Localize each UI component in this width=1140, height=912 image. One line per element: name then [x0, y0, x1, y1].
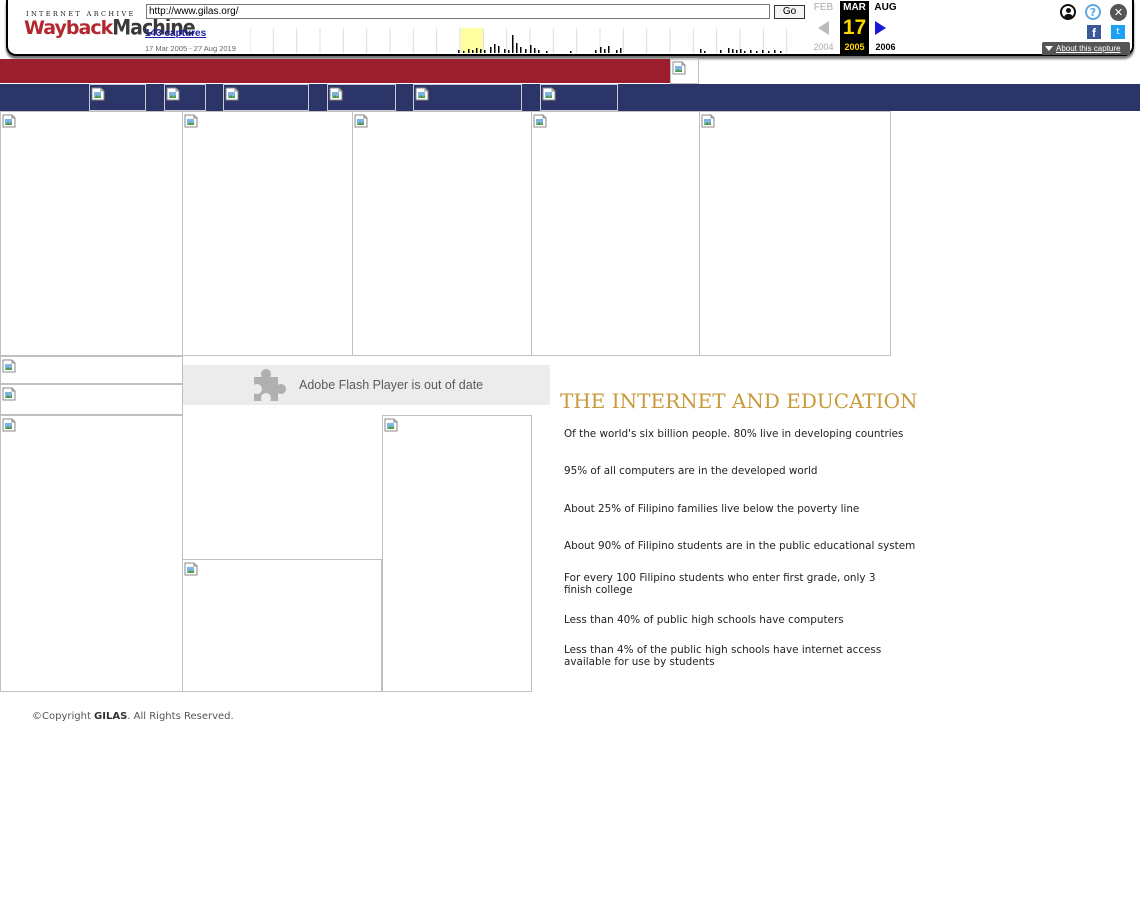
prev-year-label[interactable]: 2004: [809, 40, 838, 54]
help-icon[interactable]: ?: [1085, 4, 1101, 20]
about-capture-button[interactable]: About this capture: [1042, 42, 1130, 55]
copyright-text: ©Copyright GILAS. All Rights Reserved.: [32, 711, 234, 722]
header-broken-image: [670, 58, 699, 84]
banner-image-4: [531, 111, 700, 356]
broken-image-icon: [542, 86, 556, 101]
fact-item: Of the world's six billion people. 80% l…: [564, 428, 904, 440]
copyright-suffix: . All Rights Reserved.: [127, 711, 234, 722]
side-image-large: [0, 415, 183, 692]
fact-item: About 25% of Filipino families live belo…: [564, 503, 860, 515]
plugin-puzzle-icon: [254, 369, 286, 401]
content-image-right: [382, 415, 532, 692]
nav-button-4[interactable]: [327, 84, 396, 111]
facebook-icon[interactable]: f: [1087, 25, 1101, 40]
next-year-label[interactable]: 2006: [871, 40, 900, 54]
capture-range: 17 Mar 2005 - 27 Aug 2019: [145, 44, 236, 53]
broken-image-icon: [354, 113, 368, 128]
section-title: THE INTERNET AND EDUCATION: [560, 389, 918, 413]
broken-image-icon: [184, 113, 198, 128]
fact-item: Less than 4% of the public high schools …: [564, 644, 882, 668]
captures-link[interactable]: 143 captures: [145, 28, 206, 39]
broken-image-icon: [329, 86, 343, 101]
go-button[interactable]: Go: [774, 5, 805, 19]
current-year-label: 2005: [840, 41, 869, 54]
fact-item: About 90% of Filipino students are in th…: [564, 540, 916, 552]
banner-image-5: [699, 111, 891, 356]
nav-button-2[interactable]: [164, 84, 206, 111]
broken-image-icon: [384, 417, 398, 432]
banner-image-3: [352, 111, 532, 356]
broken-image-icon: [184, 561, 198, 576]
broken-image-icon: [2, 358, 16, 373]
side-link-image-2[interactable]: [0, 384, 183, 415]
nav-button-5[interactable]: [413, 84, 522, 111]
banner-image-2: [182, 111, 353, 356]
next-arrow-icon[interactable]: [875, 21, 886, 35]
broken-image-icon: [2, 113, 16, 128]
url-input[interactable]: http://www.gilas.org/: [146, 4, 770, 19]
fact-item: 95% of all computers are in the develope…: [564, 465, 818, 477]
broken-image-icon: [2, 386, 16, 401]
nav-button-6[interactable]: [540, 84, 618, 111]
broken-image-icon: [166, 86, 180, 101]
broken-image-icon: [533, 113, 547, 128]
wayback-toolbar: INTERNET ARCHIVE WaybackMachine http://w…: [6, 0, 1134, 56]
flash-message: Adobe Flash Player is out of date: [299, 378, 484, 392]
banner-image-1: [0, 111, 183, 356]
copyright-prefix: ©Copyright: [32, 711, 95, 722]
next-month-label[interactable]: AUG: [871, 1, 900, 15]
nav-button-1[interactable]: [89, 84, 146, 111]
user-icon[interactable]: [1060, 4, 1076, 20]
copyright-org: GILAS: [94, 711, 128, 722]
twitter-icon[interactable]: t: [1111, 25, 1125, 39]
side-link-image-1[interactable]: [0, 356, 183, 384]
capture-sparkline[interactable]: [250, 28, 810, 53]
broken-image-icon: [672, 60, 686, 75]
prev-arrow-icon[interactable]: [818, 21, 829, 35]
nav-button-3[interactable]: [223, 84, 309, 111]
header-red-bar: [0, 59, 670, 83]
wayback-logo-part1: Wayback: [24, 17, 113, 39]
close-icon[interactable]: ✕: [1110, 4, 1127, 21]
fact-item: Less than 40% of public high schools hav…: [564, 614, 844, 626]
broken-image-icon: [225, 86, 239, 101]
fact-item: For every 100 Filipino students who ente…: [564, 572, 876, 596]
prev-month-label[interactable]: FEB: [809, 1, 838, 15]
about-capture-label: About this capture: [1056, 44, 1121, 53]
broken-image-icon: [2, 417, 16, 432]
broken-image-icon: [91, 86, 105, 101]
broken-image-icon: [415, 86, 429, 101]
content-image-bottom: [182, 559, 382, 692]
current-day: 17: [840, 15, 869, 41]
current-month-label: MAR: [840, 1, 869, 15]
broken-image-icon: [701, 113, 715, 128]
caret-down-icon: [1045, 46, 1053, 51]
